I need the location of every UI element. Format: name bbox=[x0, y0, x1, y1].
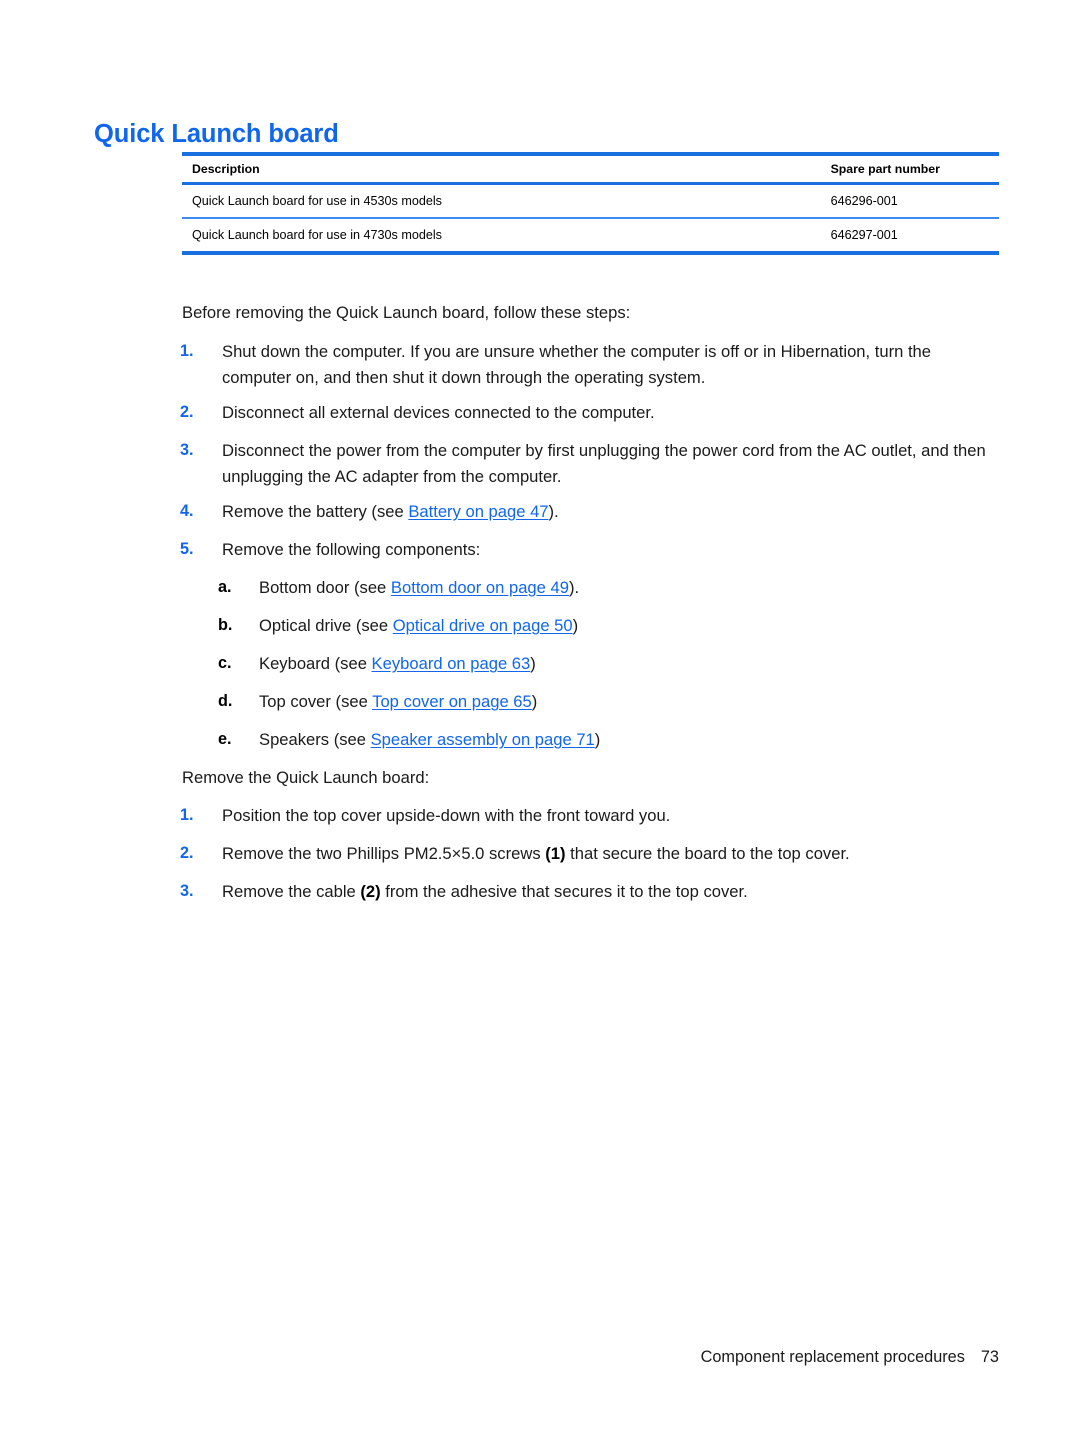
list-marker: 2. bbox=[180, 844, 194, 862]
text-before-link: Optical drive (see bbox=[259, 616, 393, 635]
callout-reference-1: (1) bbox=[545, 844, 566, 863]
before-substep-e: e. Speakers (see Speaker assembly on pag… bbox=[218, 727, 988, 753]
list-marker: 1. bbox=[180, 342, 194, 360]
list-text: Position the top cover upside-down with … bbox=[222, 806, 671, 825]
page-footer: Component replacement procedures 73 bbox=[0, 1348, 999, 1367]
spare-parts-table: Description Spare part number Quick Laun… bbox=[182, 152, 999, 255]
sublist-marker: d. bbox=[218, 692, 233, 710]
remove-step-3: 3. Remove the cable (2) from the adhesiv… bbox=[180, 879, 998, 905]
table-row: Quick Launch board for use in 4730s mode… bbox=[182, 218, 999, 255]
list-marker: 3. bbox=[180, 882, 194, 900]
text-before-callout: Remove the two Phillips PM2.5×5.0 screws bbox=[222, 844, 546, 863]
link-speaker-assembly[interactable]: Speaker assembly on page 71 bbox=[371, 730, 595, 749]
link-optical-drive[interactable]: Optical drive on page 50 bbox=[393, 616, 573, 635]
list-marker: 2. bbox=[180, 403, 194, 421]
text-after-callout: that secure the board to the top cover. bbox=[565, 844, 850, 863]
list-marker: 4. bbox=[180, 502, 194, 520]
list-marker: 3. bbox=[180, 441, 194, 459]
list-text: Remove the two Phillips PM2.5×5.0 screws… bbox=[222, 841, 998, 867]
text-before-link: Speakers (see bbox=[259, 730, 371, 749]
text-before-link: Keyboard (see bbox=[259, 654, 372, 673]
sublist-text: Keyboard (see Keyboard on page 63) bbox=[259, 651, 988, 677]
text-after-link: ) bbox=[572, 616, 579, 635]
table-header-row: Description Spare part number bbox=[182, 152, 999, 185]
list-text: Shut down the computer. If you are unsur… bbox=[222, 342, 932, 387]
sublist-text: Optical drive (see Optical drive on page… bbox=[259, 613, 988, 639]
before-substep-d: d. Top cover (see Top cover on page 65) bbox=[218, 689, 988, 715]
before-step-2: 2. Disconnect all external devices conne… bbox=[180, 400, 998, 426]
before-step-1: 1. Shut down the computer. If you are un… bbox=[180, 339, 998, 390]
text-after-link: ). bbox=[568, 578, 580, 597]
cell-description: Quick Launch board for use in 4730s mode… bbox=[182, 218, 821, 255]
column-header-spare-part-number: Spare part number bbox=[820, 152, 999, 185]
list-marker: 5. bbox=[180, 540, 194, 558]
footer-label: Component replacement procedures bbox=[700, 1348, 965, 1366]
text-before-link: Remove the battery (see bbox=[222, 502, 409, 521]
link-top-cover[interactable]: Top cover on page 65 bbox=[372, 692, 532, 711]
before-removing-intro: Before removing the Quick Launch board, … bbox=[182, 303, 631, 322]
remove-step-1: 1. Position the top cover upside-down wi… bbox=[180, 803, 998, 829]
callout-reference-2: (2) bbox=[360, 882, 381, 901]
sublist-marker: e. bbox=[218, 730, 232, 748]
sublist-marker: b. bbox=[218, 616, 233, 634]
cell-description: Quick Launch board for use in 4530s mode… bbox=[182, 183, 821, 219]
before-step-5: 5. Remove the following components: bbox=[180, 537, 998, 563]
remove-section-intro: Remove the Quick Launch board: bbox=[182, 768, 430, 787]
text-before-link: Top cover (see bbox=[259, 692, 373, 711]
remove-step-2: 2. Remove the two Phillips PM2.5×5.0 scr… bbox=[180, 841, 998, 867]
list-text: Disconnect all external devices connecte… bbox=[222, 403, 655, 422]
before-substep-c: c. Keyboard (see Keyboard on page 63) bbox=[218, 651, 988, 677]
sublist-marker: a. bbox=[218, 578, 232, 596]
before-substep-a: a. Bottom door (see Bottom door on page … bbox=[218, 575, 988, 601]
link-battery[interactable]: Battery on page 47 bbox=[408, 502, 548, 521]
footer-page-number: 73 bbox=[980, 1348, 999, 1366]
document-page: Quick Launch board Description Spare par… bbox=[0, 0, 1080, 1437]
sublist-text: Top cover (see Top cover on page 65) bbox=[259, 689, 988, 715]
link-keyboard[interactable]: Keyboard on page 63 bbox=[372, 654, 531, 673]
text-before-callout: Remove the cable bbox=[222, 882, 361, 901]
list-text: Disconnect the power from the computer b… bbox=[222, 441, 986, 486]
list-text: Remove the following components: bbox=[222, 540, 481, 559]
sublist-marker: c. bbox=[218, 654, 232, 672]
page-title: Quick Launch board bbox=[94, 120, 339, 149]
before-step-3: 3. Disconnect the power from the compute… bbox=[180, 438, 998, 489]
cell-spare-part-number: 646297-001 bbox=[820, 218, 999, 255]
text-after-callout: from the adhesive that secures it to the… bbox=[380, 882, 748, 901]
before-step-4: 4. Remove the battery (see Battery on pa… bbox=[180, 499, 998, 525]
cell-spare-part-number: 646296-001 bbox=[820, 183, 999, 219]
list-marker: 1. bbox=[180, 806, 194, 824]
text-after-link: ) bbox=[530, 654, 536, 673]
text-after-link: ) bbox=[594, 730, 601, 749]
before-substep-b: b. Optical drive (see Optical drive on p… bbox=[218, 613, 988, 639]
link-bottom-door[interactable]: Bottom door on page 49 bbox=[391, 578, 569, 597]
text-before-link: Bottom door (see bbox=[259, 578, 391, 597]
list-text: Remove the cable (2) from the adhesive t… bbox=[222, 879, 998, 905]
text-after-link: ) bbox=[531, 692, 538, 711]
list-text: Remove the battery (see Battery on page … bbox=[222, 499, 998, 525]
sublist-text: Speakers (see Speaker assembly on page 7… bbox=[259, 727, 988, 753]
text-after-link: ). bbox=[548, 502, 559, 521]
sublist-text: Bottom door (see Bottom door on page 49)… bbox=[259, 575, 988, 601]
table-row: Quick Launch board for use in 4530s mode… bbox=[182, 183, 999, 219]
column-header-description: Description bbox=[182, 152, 821, 185]
